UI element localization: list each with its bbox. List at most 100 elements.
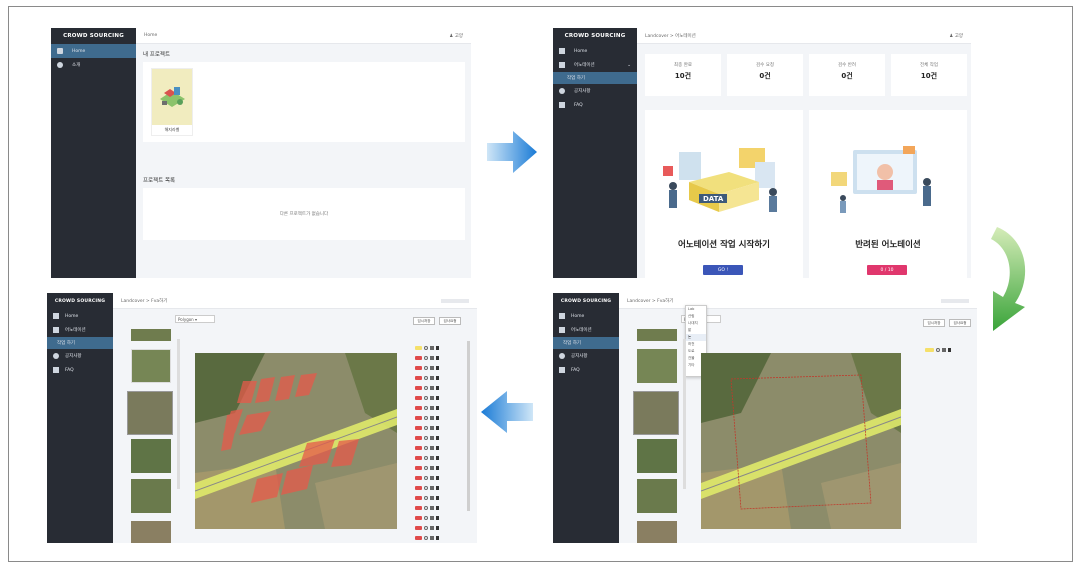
delete-icon[interactable] xyxy=(436,346,439,350)
image-thumbnail[interactable] xyxy=(637,479,677,513)
user-menu[interactable]: ♟ 고양 xyxy=(949,33,963,39)
delete-icon[interactable] xyxy=(436,376,439,380)
sidebar-item-home[interactable]: Home xyxy=(47,309,113,323)
visibility-icon[interactable] xyxy=(424,356,428,360)
edit-icon[interactable] xyxy=(430,446,434,450)
edit-icon[interactable] xyxy=(430,366,434,370)
rejected-count-button[interactable]: 0 / 10 xyxy=(867,265,907,275)
edit-icon[interactable] xyxy=(430,356,434,360)
layer-row[interactable] xyxy=(415,355,461,361)
sidebar-item-annotation[interactable]: 어노테이션 ⌄ xyxy=(553,58,637,72)
edit-icon[interactable] xyxy=(430,536,434,540)
scrollbar[interactable] xyxy=(177,339,180,489)
sidebar-item-do-work[interactable]: 작업 하기 xyxy=(553,72,637,84)
layer-row[interactable] xyxy=(415,345,461,351)
edit-icon[interactable] xyxy=(430,426,434,430)
delete-icon[interactable] xyxy=(436,426,439,430)
sidebar-item-home[interactable]: Home xyxy=(51,44,136,58)
visibility-icon[interactable] xyxy=(424,376,428,380)
sidebar-item-about[interactable]: 소개 xyxy=(51,58,136,72)
layer-row[interactable] xyxy=(415,485,461,491)
layer-scrollbar[interactable] xyxy=(467,341,470,511)
delete-icon[interactable] xyxy=(436,526,439,530)
sidebar-item-annotation[interactable]: 어노테이션 xyxy=(47,323,113,337)
visibility-icon[interactable] xyxy=(424,406,428,410)
edit-icon[interactable] xyxy=(430,376,434,380)
layer-row[interactable] xyxy=(415,375,461,381)
delete-icon[interactable] xyxy=(948,348,951,352)
breadcrumb[interactable]: Home xyxy=(144,33,157,38)
visibility-icon[interactable] xyxy=(424,506,428,510)
breadcrumb[interactable]: Landcover > Fva하기 xyxy=(121,298,167,304)
edit-icon[interactable] xyxy=(430,476,434,480)
edit-icon[interactable] xyxy=(430,506,434,510)
dropdown-option[interactable]: Lab xyxy=(686,306,706,313)
sidebar-item-do-work[interactable]: 작업 하기 xyxy=(47,337,113,349)
delete-icon[interactable] xyxy=(436,386,439,390)
edit-icon[interactable] xyxy=(430,496,434,500)
edit-icon[interactable] xyxy=(942,348,946,352)
user-menu[interactable]: ♟ 고양 xyxy=(449,33,463,39)
visibility-icon[interactable] xyxy=(424,386,428,390)
layer-row[interactable] xyxy=(415,535,461,541)
save-button[interactable]: 임시저장 xyxy=(923,319,945,327)
sidebar-item-notice[interactable]: 공지사항 xyxy=(553,349,619,363)
visibility-icon[interactable] xyxy=(424,436,428,440)
dropdown-option-selected[interactable]: 논 xyxy=(686,334,706,341)
sidebar-item-annotation[interactable]: 어노테이션 xyxy=(553,323,619,337)
visibility-icon[interactable] xyxy=(424,536,428,540)
sidebar-item-home[interactable]: Home xyxy=(553,44,637,58)
layer-row[interactable] xyxy=(415,395,461,401)
user-menu[interactable] xyxy=(441,298,469,303)
delete-icon[interactable] xyxy=(436,536,439,540)
sidebar-item-notice[interactable]: 공지사항 xyxy=(47,349,113,363)
dropdown-option[interactable]: 하천 xyxy=(686,341,706,348)
layer-row[interactable] xyxy=(925,347,971,353)
visibility-icon[interactable] xyxy=(424,466,428,470)
tool-select[interactable]: Polygon ▾ xyxy=(175,315,215,323)
delete-icon[interactable] xyxy=(436,506,439,510)
breadcrumb[interactable]: Landcover > Fva하기 xyxy=(627,298,673,304)
submit-button[interactable]: 검사요청 xyxy=(439,317,461,325)
visibility-icon[interactable] xyxy=(424,346,428,350)
delete-icon[interactable] xyxy=(436,416,439,420)
edit-icon[interactable] xyxy=(430,466,434,470)
delete-icon[interactable] xyxy=(436,496,439,500)
layer-row[interactable] xyxy=(415,505,461,511)
sidebar-item-faq[interactable]: FAQ xyxy=(47,363,113,377)
edit-icon[interactable] xyxy=(430,346,434,350)
image-thumbnail[interactable] xyxy=(131,349,171,383)
layer-row[interactable] xyxy=(415,455,461,461)
layer-row[interactable] xyxy=(415,365,461,371)
image-thumbnail[interactable] xyxy=(637,521,677,543)
visibility-icon[interactable] xyxy=(424,396,428,400)
sidebar-item-notice[interactable]: 공지사항 xyxy=(553,84,637,98)
delete-icon[interactable] xyxy=(436,366,439,370)
visibility-icon[interactable] xyxy=(424,366,428,370)
layer-row[interactable] xyxy=(415,515,461,521)
image-thumbnail[interactable] xyxy=(131,479,171,513)
image-thumbnail[interactable] xyxy=(637,329,677,341)
delete-icon[interactable] xyxy=(436,446,439,450)
delete-icon[interactable] xyxy=(436,406,439,410)
layer-row[interactable] xyxy=(415,525,461,531)
image-thumbnail[interactable] xyxy=(131,439,171,473)
dropdown-option[interactable]: 산림 xyxy=(686,313,706,320)
visibility-icon[interactable] xyxy=(424,416,428,420)
delete-icon[interactable] xyxy=(436,486,439,490)
layer-row[interactable] xyxy=(415,405,461,411)
edit-icon[interactable] xyxy=(430,526,434,530)
edit-icon[interactable] xyxy=(430,436,434,440)
image-thumbnail[interactable] xyxy=(131,329,171,341)
layer-row[interactable] xyxy=(415,425,461,431)
annotation-canvas[interactable] xyxy=(195,353,397,529)
visibility-icon[interactable] xyxy=(936,348,940,352)
delete-icon[interactable] xyxy=(436,396,439,400)
image-thumbnail[interactable] xyxy=(637,349,677,383)
delete-icon[interactable] xyxy=(436,356,439,360)
layer-row[interactable] xyxy=(415,445,461,451)
image-thumbnail[interactable] xyxy=(131,521,171,543)
sidebar-item-do-work[interactable]: 작업 하기 xyxy=(553,337,619,349)
sidebar-item-faq[interactable]: FAQ xyxy=(553,98,637,112)
save-button[interactable]: 임시저장 xyxy=(413,317,435,325)
